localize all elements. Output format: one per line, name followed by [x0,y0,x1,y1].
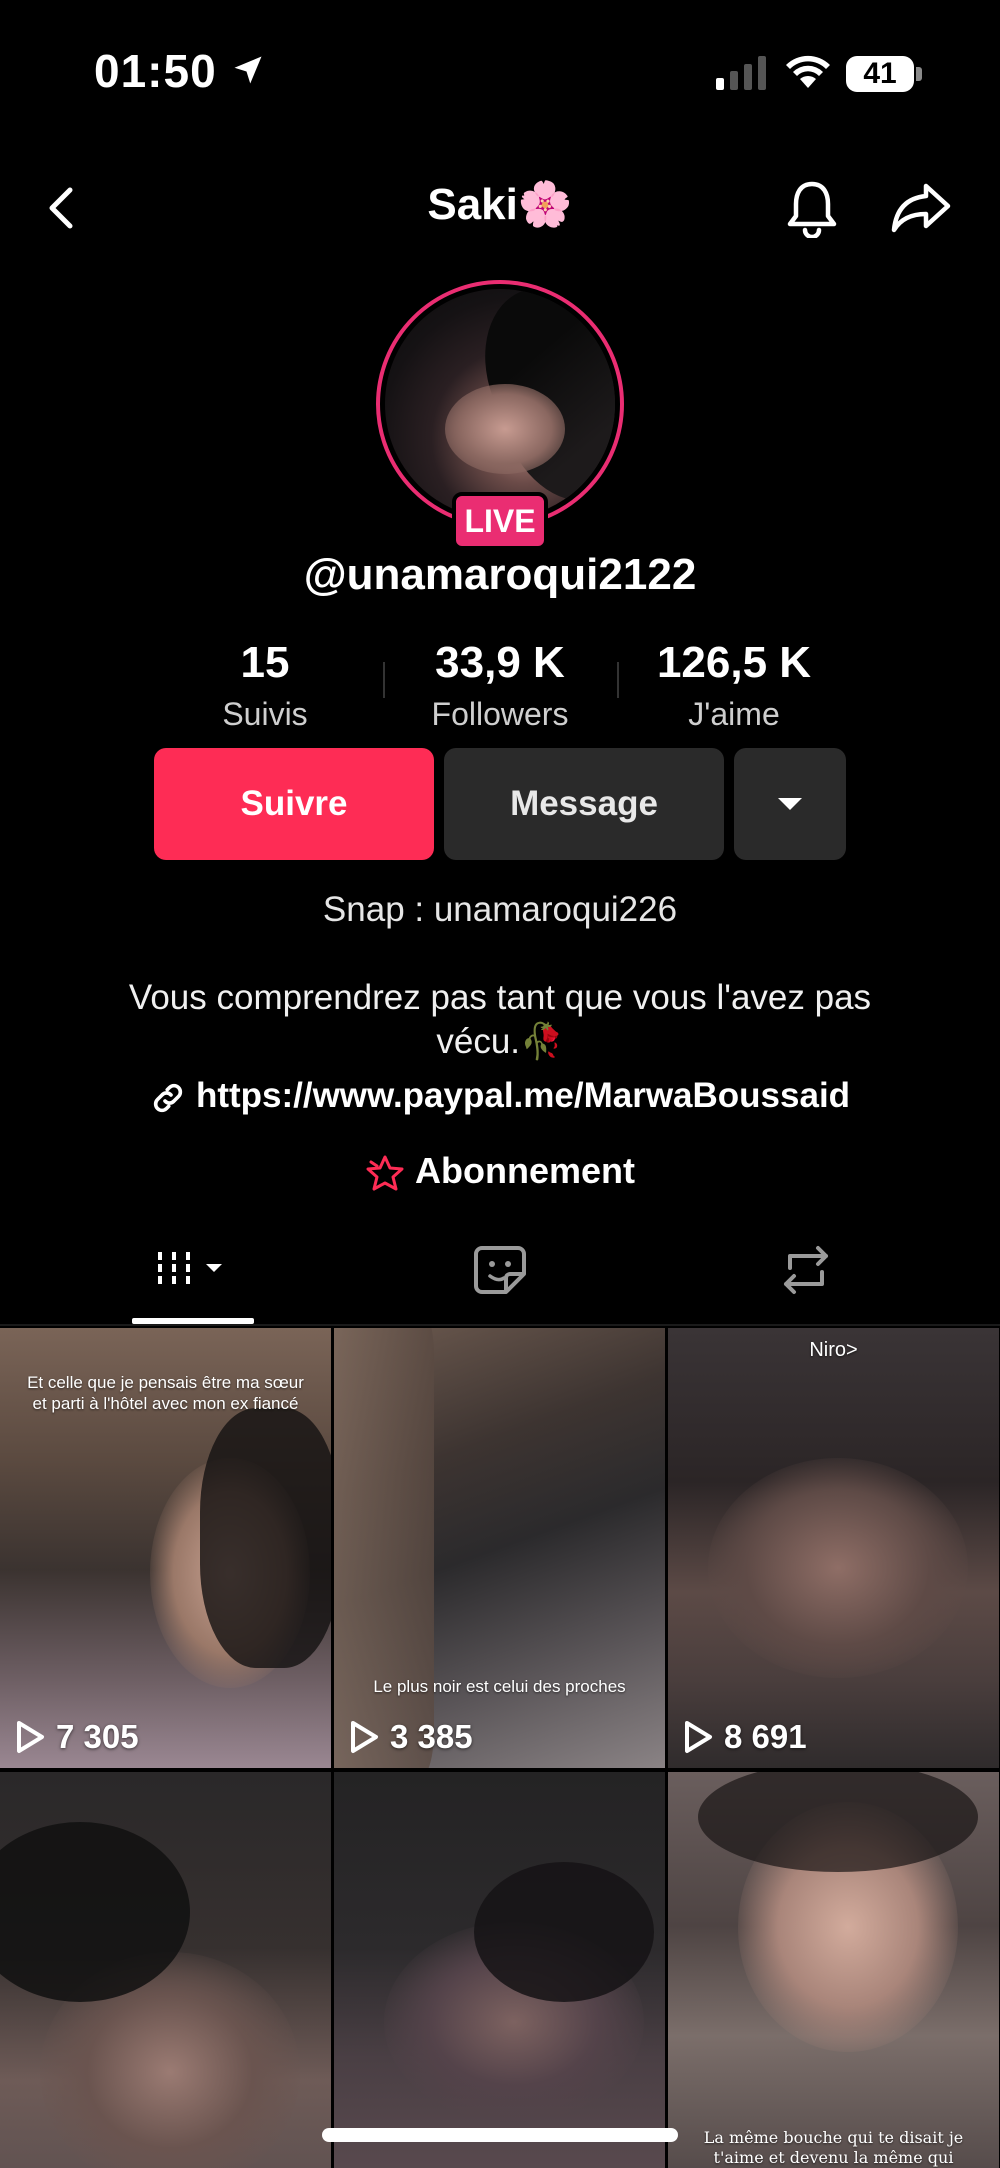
sticker-face-icon [474,1246,526,1294]
video-caption: Le plus noir est celui des proches [373,1677,626,1696]
tab-favorites[interactable] [470,1240,530,1320]
view-count-text: 7 305 [56,1718,139,1755]
tab-videos[interactable] [150,1240,236,1320]
battery-tip [916,67,922,81]
tab-reposts[interactable] [776,1240,836,1320]
bio-snap: Snap : unamaroqui226 [322,890,678,929]
stat-following[interactable]: 15 Suivis [165,638,365,733]
location-arrow-icon [234,56,262,84]
tabs-divider [0,1324,1000,1326]
cellular-signal-icon [716,56,766,90]
stat-followers-label: Followers [431,696,569,732]
video-thumbnail[interactable]: Niro> 8 691 [668,1328,999,1768]
video-thumbnail[interactable]: Et celle que je pensais être ma sœur et … [0,1328,331,1768]
follow-button[interactable]: Suivre [154,748,434,860]
battery-indicator: 41 [846,56,914,92]
video-caption: Niro> [809,1339,858,1361]
share-arrow-icon[interactable] [890,182,952,234]
home-indicator[interactable] [322,2128,678,2142]
live-badge[interactable]: LIVE [452,492,548,550]
repost-icon [784,1246,828,1294]
view-count: 7 305 [14,1718,139,1756]
grid-videos-icon [158,1252,222,1284]
play-icon [351,1721,378,1753]
stat-likes[interactable]: 126,5 K J'aime [634,638,834,733]
clock: 01:50 [94,45,217,97]
view-count-text: 8 691 [724,1718,807,1755]
bio-line: Vous comprendrez pas tant que vous l'ave… [128,978,872,1017]
video-caption: La même bouche qui te disait je t'aime e… [703,2128,964,2167]
view-count: 8 691 [682,1718,807,1756]
bell-icon[interactable] [784,178,840,238]
stat-followers-value: 33,9 K [435,638,565,687]
play-icon [17,1721,44,1753]
subscription-link[interactable]: Abonnement [0,1150,1000,1192]
stat-likes-value: 126,5 K [656,638,812,687]
bio-line: vécu.🥀 [436,1022,564,1061]
play-icon [685,1721,712,1753]
stat-following-label: Suivis [222,696,308,732]
subscription-label: Abonnement [415,1150,635,1191]
video-thumbnail[interactable]: La même bouche qui te disait je t'aime e… [668,1772,999,2168]
link-text: https://www.paypal.me/MarwaBoussaid [195,1076,851,1115]
video-thumbnail[interactable] [334,1772,665,2168]
link-icon [153,1083,183,1112]
avatar[interactable] [376,280,624,528]
username: @unamaroqui2122 [303,550,697,599]
stat-divider [617,662,619,698]
stat-likes-label: J'aime [688,696,780,732]
stat-following-value: 15 [240,638,290,687]
bio-link[interactable]: https://www.paypal.me/MarwaBoussaid [0,1076,1000,1116]
view-count-text: 3 385 [390,1718,473,1755]
wifi-icon [786,55,830,88]
stat-followers[interactable]: 33,9 K Followers [400,638,600,733]
bio-text: Vous comprendrez pas tant que vous l'ave… [90,976,910,1064]
subscription-star-icon [366,1155,404,1191]
message-button[interactable]: Message [444,748,724,860]
view-count: 3 385 [348,1718,473,1756]
more-dropdown-button[interactable] [734,748,846,860]
stat-divider [383,662,385,698]
avatar-photo [385,289,615,519]
profile-title: Saki🌸 [427,180,573,229]
caret-down-icon [778,798,802,810]
video-caption: Et celle que je pensais être ma sœur et … [27,1373,304,1413]
video-thumbnail[interactable]: Le plus noir est celui des proches 3 385 [334,1328,665,1768]
status-bar: 01:50 41 [0,0,1000,150]
video-thumbnail[interactable] [0,1772,331,2168]
